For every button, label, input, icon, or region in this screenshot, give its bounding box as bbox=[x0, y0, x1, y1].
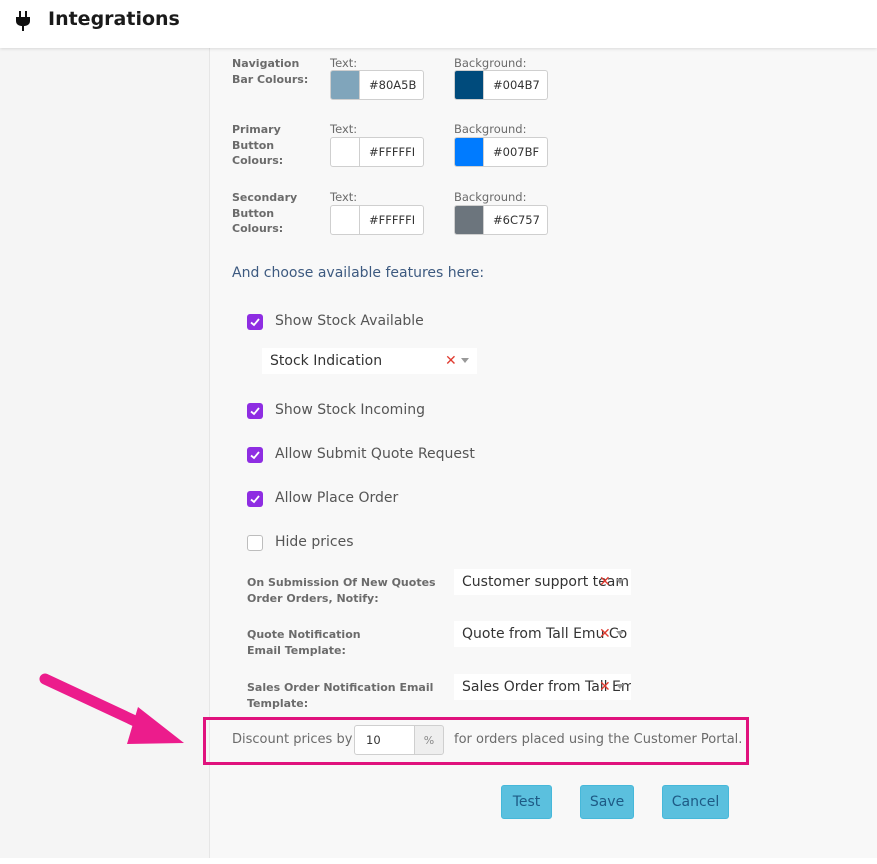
show-stock-incoming-label: Show Stock Incoming bbox=[275, 402, 425, 418]
arrow-icon bbox=[39, 673, 184, 744]
plug-icon bbox=[16, 11, 30, 31]
nav-background-label: Background: bbox=[454, 56, 527, 70]
discount-suffix: for orders placed using the Customer Por… bbox=[454, 732, 743, 747]
test-button[interactable]: Test bbox=[501, 785, 552, 819]
primary-bg-color-input[interactable]: #007BF bbox=[484, 137, 548, 167]
nav-text-color-input[interactable]: #80A5B bbox=[360, 70, 424, 100]
quote-template-select[interactable]: Quote from Tall Emu Co ✕ bbox=[454, 621, 631, 647]
secondary-bg-color-input[interactable]: #6C757 bbox=[484, 205, 548, 235]
primary-text-label: Text: bbox=[330, 122, 358, 136]
clear-icon[interactable]: ✕ bbox=[599, 574, 611, 590]
chevron-down-icon[interactable] bbox=[616, 579, 624, 584]
stock-indication-value: Stock Indication bbox=[270, 353, 383, 369]
sales-template-select[interactable]: Sales Order from Tall Emu ✕ bbox=[454, 674, 631, 700]
chevron-down-icon[interactable] bbox=[616, 631, 624, 636]
cancel-button[interactable]: Cancel bbox=[662, 785, 729, 819]
features-heading: And choose available features here: bbox=[232, 265, 485, 281]
primary-button-colours-label: Primary Button Colours: bbox=[232, 123, 284, 167]
clear-icon[interactable]: ✕ bbox=[445, 353, 457, 369]
notify-label: On Submission Of New Quotes Order Orders… bbox=[247, 576, 436, 605]
page-header: Integrations bbox=[0, 0, 877, 48]
checkmark-icon bbox=[250, 318, 260, 327]
checkmark-icon bbox=[250, 407, 260, 416]
clear-icon[interactable]: ✕ bbox=[599, 679, 611, 695]
percent-addon: % bbox=[414, 725, 444, 755]
allow-place-order-label: Allow Place Order bbox=[275, 490, 399, 506]
sales-template-label: Sales Order Notification Email Template: bbox=[247, 681, 434, 710]
quote-template-label: Quote Notification Email Template: bbox=[247, 628, 361, 657]
show-stock-available-label: Show Stock Available bbox=[275, 313, 424, 329]
nav-bg-color-swatch[interactable] bbox=[454, 70, 484, 100]
allow-place-order-checkbox[interactable] bbox=[247, 491, 263, 507]
primary-background-label: Background: bbox=[454, 122, 527, 136]
secondary-text-label: Text: bbox=[330, 190, 358, 204]
checkmark-icon bbox=[250, 495, 260, 504]
stock-indication-select[interactable]: Stock Indication ✕ bbox=[262, 348, 477, 374]
allow-submit-quote-label: Allow Submit Quote Request bbox=[275, 446, 475, 462]
chevron-down-icon[interactable] bbox=[616, 684, 624, 689]
discount-prefix: Discount prices by bbox=[232, 732, 353, 747]
primary-text-color-input[interactable]: #FFFFFI bbox=[360, 137, 424, 167]
page-title: Integrations bbox=[48, 8, 180, 30]
nav-text-color-swatch[interactable] bbox=[330, 70, 360, 100]
show-stock-incoming-checkbox[interactable] bbox=[247, 403, 263, 419]
secondary-button-colours-label: Secondary Button Colours: bbox=[232, 191, 298, 235]
footer-bar bbox=[0, 858, 877, 864]
clear-icon[interactable]: ✕ bbox=[599, 626, 611, 642]
nav-text-label: Text: bbox=[330, 56, 358, 70]
show-stock-available-checkbox[interactable] bbox=[247, 314, 263, 330]
nav-bg-color-input[interactable]: #004B7 bbox=[484, 70, 548, 100]
hide-prices-label: Hide prices bbox=[275, 534, 354, 550]
primary-text-color-swatch[interactable] bbox=[330, 137, 360, 167]
secondary-text-color-input[interactable]: #FFFFFI bbox=[360, 205, 424, 235]
primary-bg-color-swatch[interactable] bbox=[454, 137, 484, 167]
chevron-down-icon[interactable] bbox=[461, 358, 469, 363]
notify-select[interactable]: Customer support team ✕ bbox=[454, 569, 631, 595]
save-button[interactable]: Save bbox=[580, 785, 634, 819]
allow-submit-quote-checkbox[interactable] bbox=[247, 447, 263, 463]
secondary-text-color-swatch[interactable] bbox=[330, 205, 360, 235]
nav-bar-colours-label: Navigation Bar Colours: bbox=[232, 57, 309, 86]
secondary-background-label: Background: bbox=[454, 190, 527, 204]
discount-input[interactable]: 10 bbox=[354, 725, 415, 755]
secondary-bg-color-swatch[interactable] bbox=[454, 205, 484, 235]
hide-prices-checkbox[interactable] bbox=[247, 535, 263, 551]
checkmark-icon bbox=[250, 451, 260, 460]
